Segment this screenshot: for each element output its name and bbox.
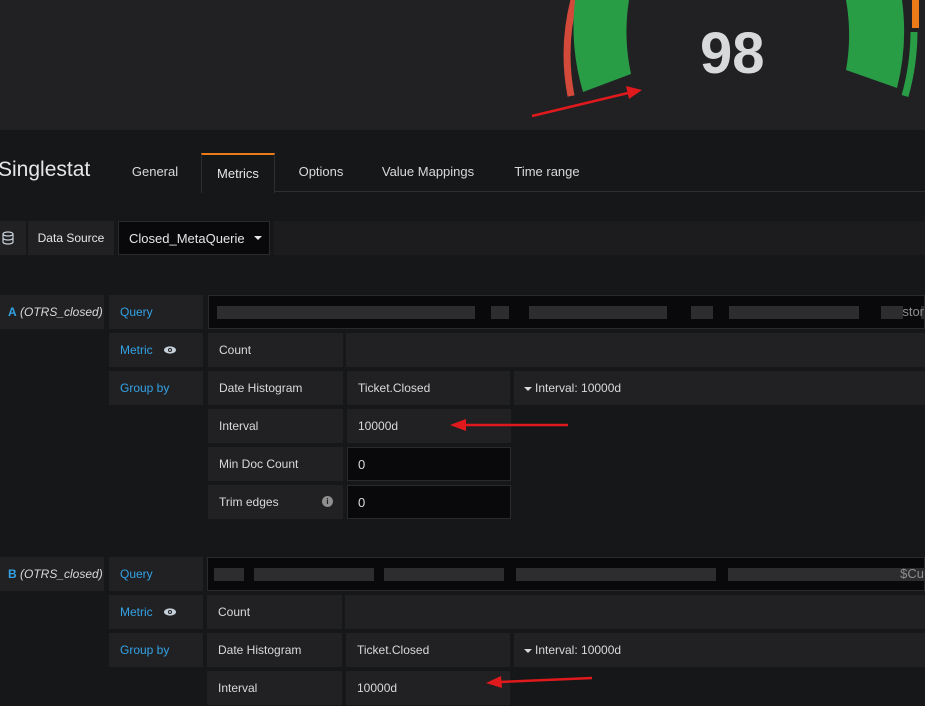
tab-value-mappings[interactable]: Value Mappings <box>366 153 490 191</box>
query-b-query-input[interactable]: $Cu <box>207 557 925 591</box>
query-b-header[interactable]: B (OTRS_closed) <box>0 557 104 591</box>
query-a-trim-label: Trim edges i <box>208 485 343 519</box>
datasource-label: Data Source <box>28 221 114 255</box>
datasource-row-filler <box>274 221 925 255</box>
query-a-metric-label[interactable]: Metric <box>109 333 203 367</box>
query-b-groupby-options[interactable]: Interval: 10000d <box>514 633 925 667</box>
query-b-query-label: Query <box>109 557 203 591</box>
query-b-interval-value[interactable]: 10000d <box>346 671 510 705</box>
query-a-groupby-label: Group by <box>109 371 203 405</box>
query-a-mindoc-input[interactable]: 0 <box>347 447 511 481</box>
query-a-header[interactable]: A (OTRS_closed) <box>0 295 104 329</box>
query-a-metric-label-text: Metric <box>120 343 153 357</box>
query-b-groupby-label: Group by <box>109 633 203 667</box>
tab-general[interactable]: General <box>118 153 192 191</box>
tab-time-range[interactable]: Time range <box>500 153 594 191</box>
query-a-metric-type[interactable]: Count <box>208 333 343 367</box>
query-b-name: (OTRS_closed) <box>20 567 103 581</box>
query-a-trim-label-text: Trim edges <box>219 495 279 509</box>
query-b-groupby-type[interactable]: Date Histogram <box>207 633 342 667</box>
query-b-metric-filler <box>345 595 925 629</box>
gauge-threshold-red <box>563 0 578 97</box>
gauge-fill-left <box>573 0 631 92</box>
query-b-groupby-interval: Interval: 10000d <box>535 643 622 657</box>
database-icon <box>0 221 26 255</box>
query-a-name: (OTRS_closed) <box>20 305 103 319</box>
query-a-metric-filler <box>346 333 925 367</box>
datasource-value: Closed_MetaQuerie <box>129 231 245 246</box>
query-b-ref: B <box>8 567 17 581</box>
query-a-query-input[interactable]: stor <box>208 295 925 329</box>
query-b-query-tail: $Cu <box>900 566 924 581</box>
tab-options[interactable]: Options <box>284 153 358 191</box>
query-b-interval-label: Interval <box>207 671 342 705</box>
singlestat-panel: 98 <box>0 0 925 130</box>
caret-down-icon <box>524 648 532 653</box>
query-b-metric-label[interactable]: Metric <box>109 595 203 629</box>
caret-down-icon <box>524 386 532 391</box>
query-a-interval-value[interactable]: 10000d <box>347 409 511 443</box>
query-a-groupby-type[interactable]: Date Histogram <box>208 371 343 405</box>
query-a-mindoc-label: Min Doc Count <box>208 447 343 481</box>
query-b-metric-label-text: Metric <box>120 605 153 619</box>
stat-value: 98 <box>700 21 765 86</box>
tab-metrics[interactable]: Metrics <box>201 153 275 193</box>
query-a-ref: A <box>8 305 17 319</box>
query-a-query-tail: stor <box>902 304 924 319</box>
gauge <box>563 0 919 97</box>
query-a-trim-input[interactable]: 0 <box>347 485 511 519</box>
query-a-query-label: Query <box>109 295 203 329</box>
gauge-fill-right <box>846 0 905 88</box>
query-a-groupby-interval: Interval: 10000d <box>535 381 622 395</box>
gauge-threshold-green <box>901 31 918 97</box>
caret-down-icon <box>254 236 262 240</box>
query-a-groupby-field[interactable]: Ticket.Closed <box>347 371 510 405</box>
editor-title: Singlestat <box>0 158 91 181</box>
datasource-select[interactable]: Closed_MetaQuerie <box>118 221 270 255</box>
query-a-interval-label: Interval <box>208 409 343 443</box>
query-b-metric-type[interactable]: Count <box>207 595 342 629</box>
query-a-groupby-options[interactable]: Interval: 10000d <box>514 371 925 405</box>
gauge-threshold-orange <box>912 0 919 28</box>
info-icon[interactable]: i <box>322 496 333 507</box>
tab-divider <box>275 191 925 192</box>
query-b-groupby-field[interactable]: Ticket.Closed <box>346 633 510 667</box>
